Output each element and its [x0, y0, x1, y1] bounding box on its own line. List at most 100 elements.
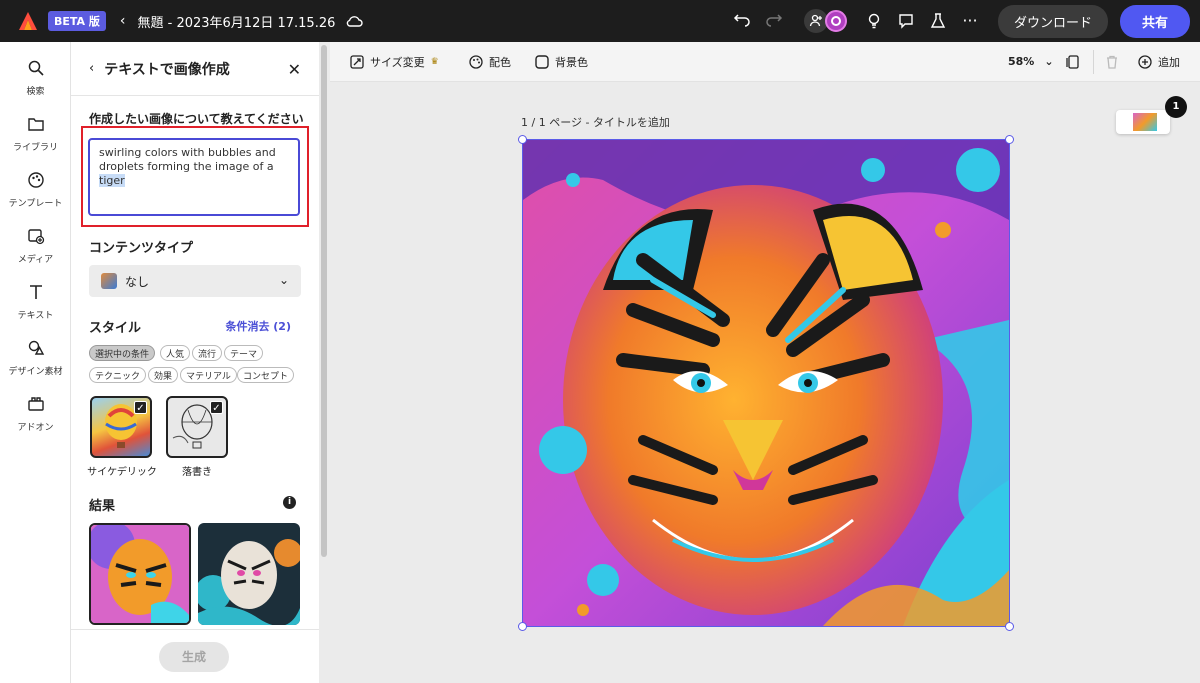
rail-label: アドオン [17, 423, 54, 433]
left-rail: 検索 ライブラリ テンプレート メディア テキスト デザイン素材 アドオン [0, 42, 71, 683]
rail-item-media[interactable]: メディア [0, 227, 71, 265]
comment-icon[interactable] [897, 12, 915, 30]
template-icon [27, 172, 44, 188]
result-image-2[interactable] [198, 523, 300, 625]
style-card-psychedelic[interactable]: ✓ [90, 396, 152, 458]
rail-label: デザイン素材 [8, 367, 63, 377]
panel-footer: 生成 [71, 629, 319, 683]
rail-label: メディア [17, 255, 54, 265]
rail-item-addons[interactable]: アドオン [0, 395, 71, 433]
top-bar: BETA 版 ‹ 無題 - 2023年6月12日 17.15.26 ··· ダウ… [0, 0, 1200, 42]
checkmark-icon: ✓ [134, 401, 147, 414]
chip-technique[interactable]: テクニック [89, 367, 147, 383]
resize-handle-top-left[interactable] [518, 135, 527, 144]
palette-icon [469, 55, 483, 69]
chip-concept[interactable]: コンセプト [237, 367, 295, 383]
toolbar-divider [1093, 50, 1094, 74]
rail-item-search[interactable]: 検索 [0, 59, 71, 97]
clear-filters-link[interactable]: 条件消去 (2) [225, 318, 291, 334]
chip-theme[interactable]: テーマ [224, 345, 264, 361]
chip-effect[interactable]: 効果 [148, 367, 179, 383]
resize-button[interactable]: サイズ変更 ♛ [350, 54, 439, 70]
tiger-image [523, 140, 1009, 626]
background-label: 背景色 [555, 56, 588, 69]
results-label: 結果 [89, 499, 116, 514]
plus-circle-icon [1138, 55, 1152, 69]
tiger-artwork[interactable] [522, 139, 1010, 627]
rail-label: ライブラリ [12, 143, 58, 153]
content-type-label: コンテンツタイプ [89, 241, 194, 256]
cloud-icon[interactable] [345, 12, 364, 30]
panel-title: テキストで画像作成 [104, 61, 230, 78]
style-card-doodle[interactable]: ✓ [166, 396, 228, 458]
share-button[interactable]: 共有 [1119, 4, 1190, 38]
addon-icon [27, 397, 44, 411]
rail-item-templates[interactable]: テンプレート [0, 171, 71, 209]
background-color-button[interactable]: 背景色 [535, 54, 588, 70]
color-scheme-button[interactable]: 配色 [469, 54, 511, 70]
back-icon[interactable]: ‹ [120, 13, 126, 29]
rail-item-text[interactable]: テキスト [0, 283, 71, 321]
canvas-area: 1 / 1 ページ - タイトルを追加 1 [330, 82, 1200, 683]
add-label: 追加 [1158, 56, 1180, 69]
color-label: 配色 [489, 56, 511, 69]
chip-material[interactable]: マテリアル [180, 367, 237, 383]
style-label: スタイル [89, 321, 142, 336]
content-type-value: なし [125, 274, 150, 289]
resize-label: サイズ変更 [370, 56, 425, 69]
rail-item-library[interactable]: ライブラリ [0, 115, 71, 153]
resize-handle-bottom-right[interactable] [1005, 622, 1014, 631]
zoom-value: 58% [1008, 55, 1035, 68]
checkmark-icon: ✓ [210, 401, 223, 414]
info-icon[interactable]: i [283, 496, 296, 509]
document-title[interactable]: 無題 - 2023年6月12日 17.15.26 [138, 12, 336, 31]
crown-icon: ♛ [430, 57, 439, 67]
pages-icon[interactable] [1066, 55, 1080, 69]
panel-back-icon[interactable]: ‹ [89, 61, 94, 76]
text-to-image-panel: ‹ テキストで画像作成 ✕ 作成したい画像について教えてください swirlin… [71, 42, 319, 683]
rail-label: テンプレート [8, 199, 63, 209]
chip-popular[interactable]: 人気 [160, 345, 191, 361]
undo-icon[interactable] [733, 12, 751, 30]
folder-icon [27, 118, 44, 131]
resize-handle-top-right[interactable] [1005, 135, 1014, 144]
page-thumbnail[interactable] [1116, 110, 1170, 134]
text-icon [29, 285, 42, 299]
download-button[interactable]: ダウンロード [997, 4, 1108, 38]
tiger-result-image [91, 525, 189, 623]
media-icon [27, 229, 44, 245]
add-page-button[interactable]: 追加 [1138, 54, 1180, 70]
tiger-result-image [198, 523, 300, 625]
zoom-select[interactable]: 58% ⌄ [1008, 55, 1054, 68]
bulb-icon[interactable] [865, 12, 883, 30]
prompt-input[interactable]: swirling colors with bubbles and droplet… [88, 138, 300, 216]
prompt-selected-text: tiger [99, 174, 125, 187]
close-icon[interactable]: ✕ [288, 60, 301, 79]
resize-handle-bottom-left[interactable] [518, 622, 527, 631]
rail-label: 検索 [26, 87, 45, 97]
resize-icon [350, 55, 364, 69]
rail-item-design-elements[interactable]: デザイン素材 [0, 339, 71, 377]
page-count-badge: 1 [1165, 96, 1187, 118]
chip-trending[interactable]: 流行 [192, 345, 223, 361]
result-image-1[interactable] [89, 523, 191, 625]
more-icon[interactable]: ··· [961, 12, 979, 30]
panel-scrollbar[interactable] [321, 45, 327, 557]
redo-icon[interactable] [765, 12, 783, 30]
user-avatar[interactable] [824, 10, 847, 32]
panel-header: ‹ テキストで画像作成 ✕ [71, 42, 319, 96]
page-title[interactable]: 1 / 1 ページ - タイトルを追加 [521, 114, 670, 130]
flask-icon[interactable] [929, 12, 947, 30]
trash-icon[interactable] [1105, 55, 1119, 69]
rail-label: テキスト [17, 311, 54, 321]
generate-button[interactable]: 生成 [159, 642, 229, 672]
content-type-select[interactable]: なし ⌄ [89, 265, 301, 297]
shapes-icon [28, 340, 44, 355]
search-icon [28, 60, 44, 76]
adobe-express-logo-icon[interactable] [18, 11, 38, 31]
chip-selected[interactable]: 選択中の条件 [89, 345, 156, 361]
canvas-toolbar: サイズ変更 ♛ 配色 背景色 58% ⌄ 追加 [330, 42, 1200, 82]
page-thumbnail-image [1133, 113, 1157, 131]
prompt-text: swirling colors with bubbles and droplet… [99, 146, 276, 173]
chevron-down-icon: ⌄ [1044, 55, 1054, 68]
